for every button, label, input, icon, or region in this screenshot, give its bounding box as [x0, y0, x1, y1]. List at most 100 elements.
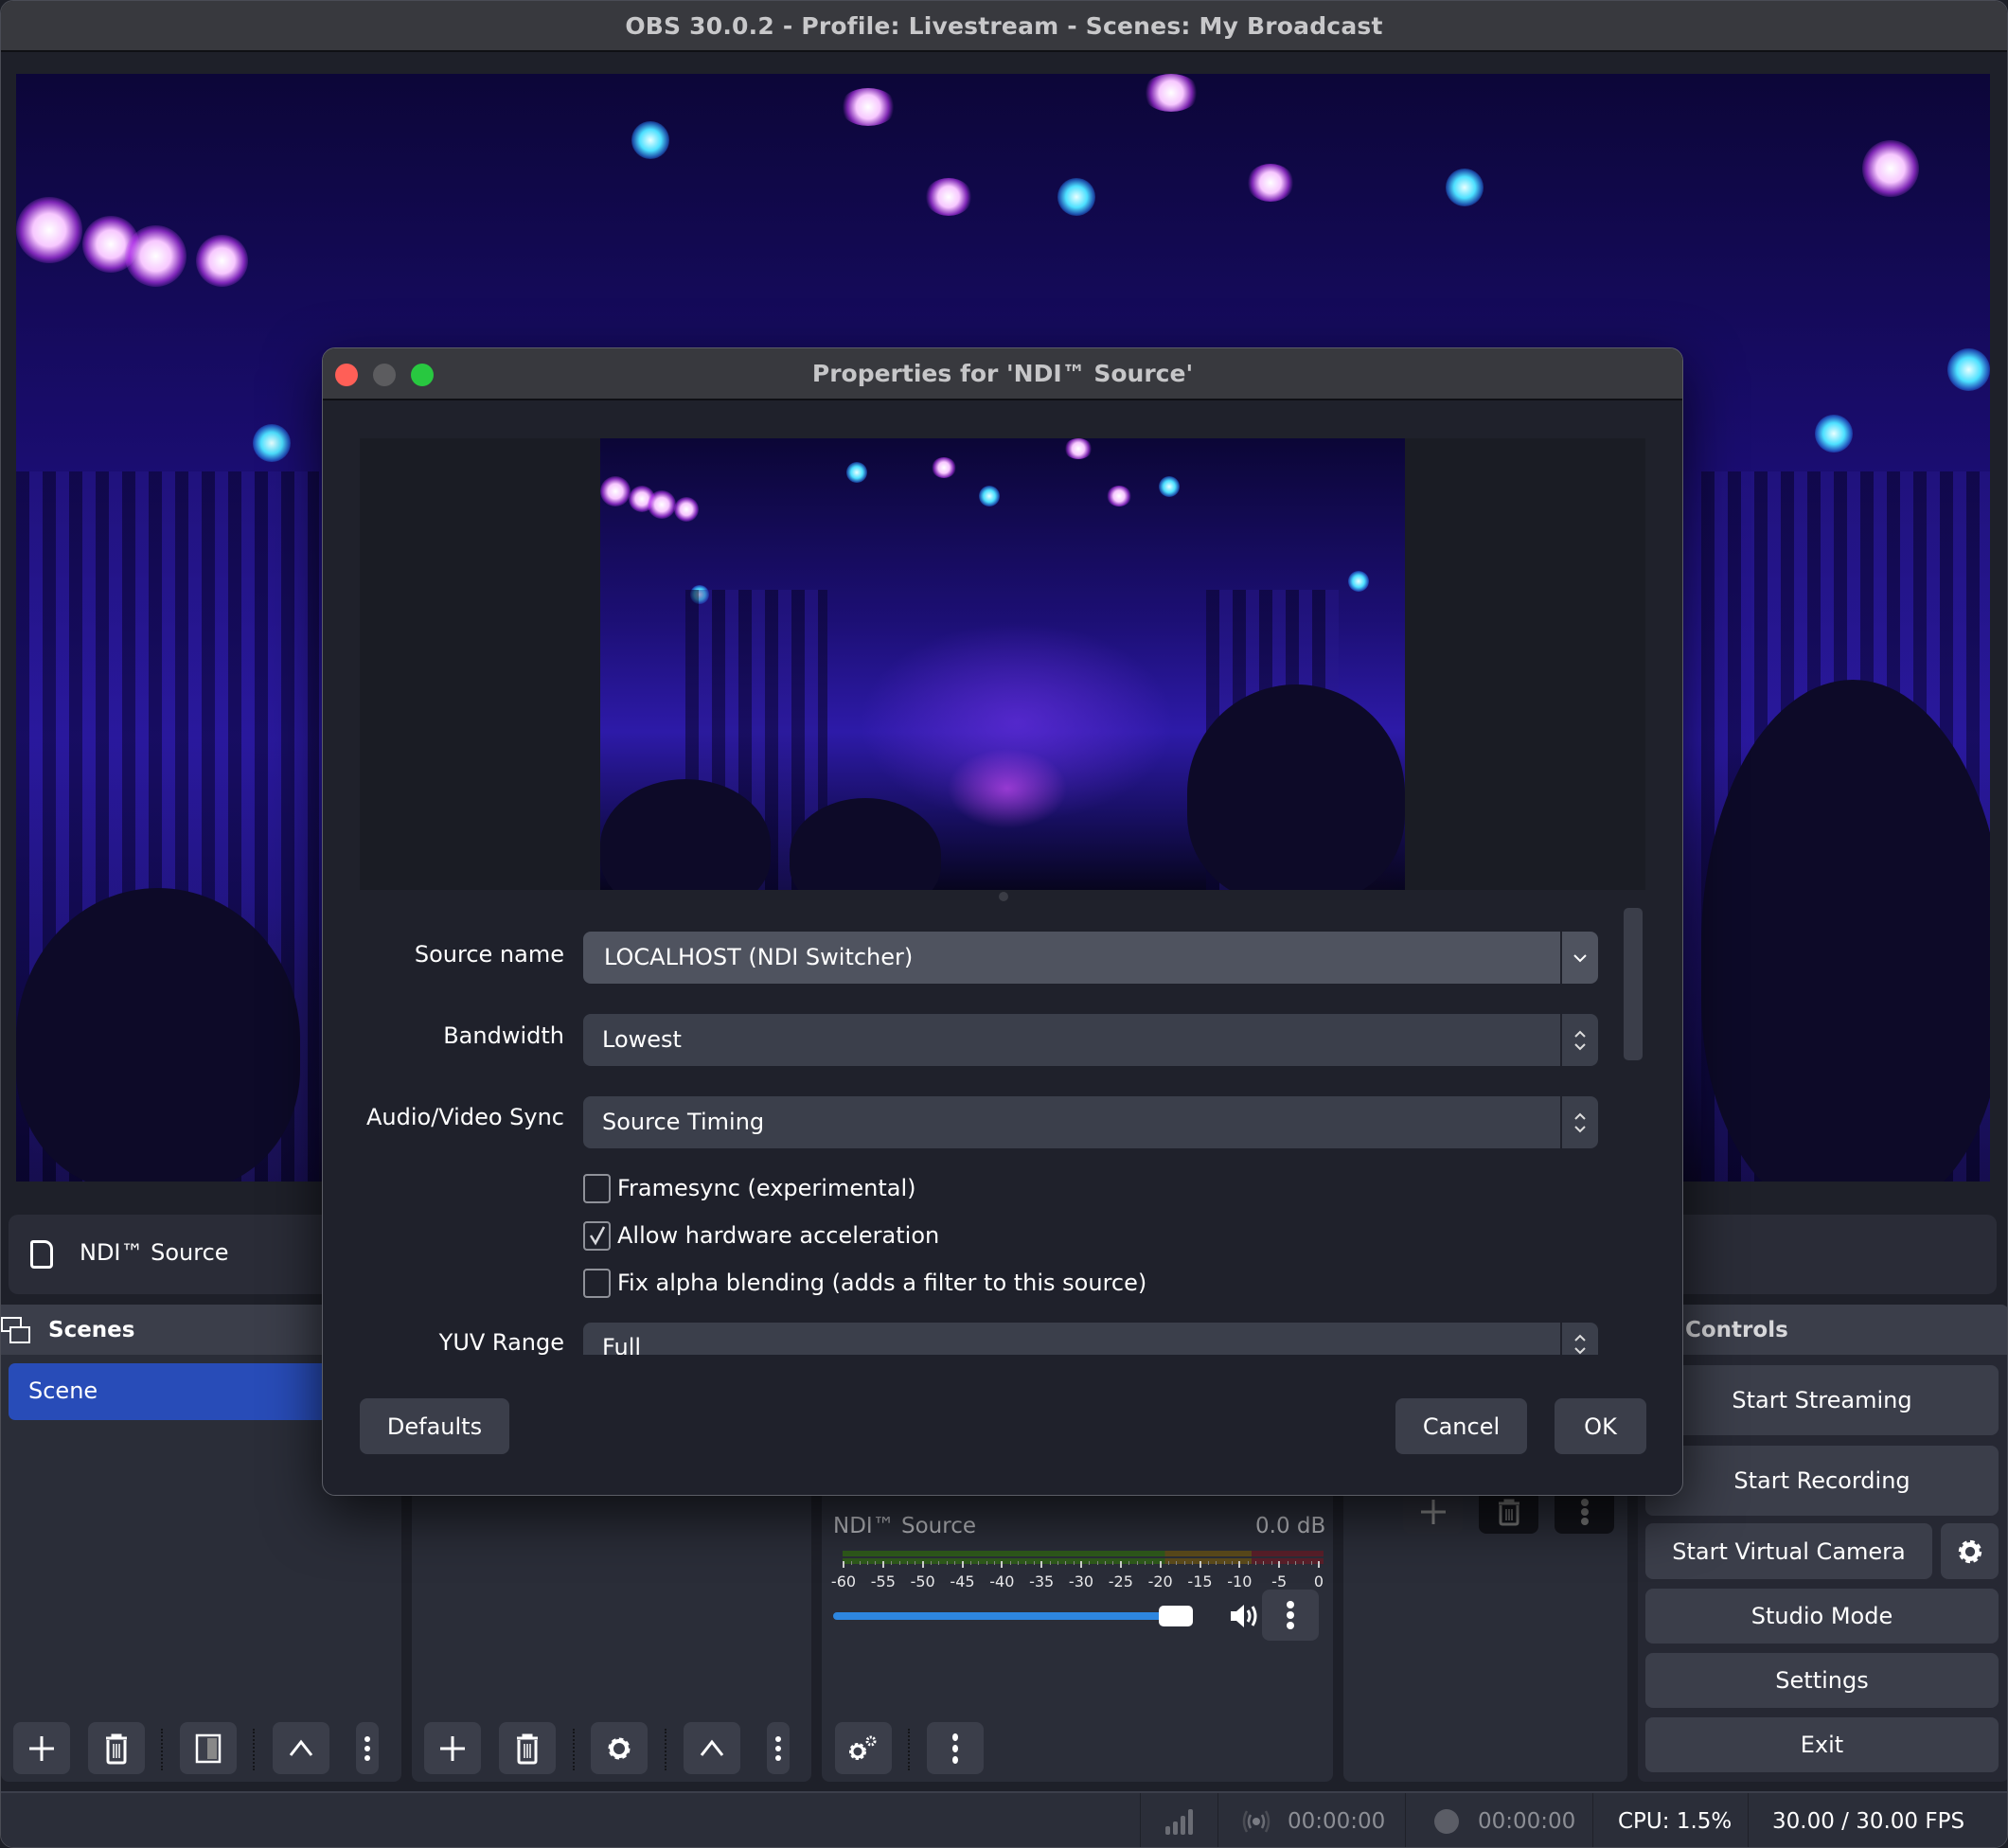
- stage-light: [16, 197, 82, 263]
- virtual-camera-config-button[interactable]: [1941, 1523, 1999, 1579]
- start-recording-button[interactable]: Start Recording: [1645, 1446, 1999, 1516]
- stage-light: [253, 424, 291, 462]
- meter-minor-tick: [1018, 1561, 1020, 1565]
- meter-tick-label: -30: [1068, 1573, 1094, 1590]
- preview-resize-handle[interactable]: [999, 892, 1008, 901]
- gears-icon: [849, 1735, 877, 1760]
- stage-light: [1348, 571, 1369, 592]
- meter-tick-label: -20: [1147, 1573, 1173, 1590]
- move-scene-up-button[interactable]: [273, 1722, 329, 1774]
- volume-slider-fill: [833, 1612, 1164, 1620]
- meter-minor-tick: [898, 1561, 900, 1565]
- volume-meter-left: [843, 1551, 1324, 1556]
- window-title: OBS 30.0.2 - Profile: Livestream - Scene…: [625, 11, 1383, 40]
- exit-button[interactable]: Exit: [1645, 1717, 1999, 1772]
- meter-tick-label: -40: [989, 1573, 1015, 1590]
- advanced-audio-properties-button[interactable]: [835, 1722, 892, 1774]
- source-name-value: LOCALHOST (NDI Switcher): [604, 944, 914, 970]
- scenes-more-button[interactable]: [356, 1722, 379, 1774]
- stage-light: [846, 462, 867, 483]
- fix-alpha-label: Fix alpha blending (adds a filter to thi…: [617, 1270, 1147, 1296]
- stage-light: [1143, 74, 1199, 112]
- volume-slider[interactable]: [833, 1606, 1221, 1626]
- volume-slider-handle[interactable]: [1159, 1606, 1194, 1626]
- meter-tick: [1238, 1561, 1241, 1568]
- framesync-checkbox[interactable]: [583, 1173, 611, 1203]
- mixer-channel-level: 0.0 dB: [1255, 1514, 1326, 1538]
- stage-light: [1057, 178, 1095, 216]
- source-name-combobox[interactable]: LOCALHOST (NDI Switcher): [583, 932, 1598, 984]
- remove-scene-button[interactable]: [88, 1722, 145, 1774]
- dialog-title: Properties for 'NDI™ Source': [811, 360, 1194, 387]
- meter-minor-tick: [1065, 1561, 1067, 1565]
- meter-minor-tick: [1168, 1561, 1170, 1565]
- meter-tick: [921, 1561, 924, 1568]
- chevron-up-icon: [289, 1739, 313, 1756]
- bandwidth-value: Lowest: [602, 1026, 682, 1053]
- properties-scrollbar[interactable]: [1624, 908, 1643, 1060]
- plus-icon: [1420, 1500, 1446, 1524]
- av-sync-select[interactable]: Source Timing: [583, 1096, 1598, 1148]
- stage-light: [196, 235, 248, 287]
- toolbar-separator: [573, 1729, 575, 1770]
- mixer-more-button[interactable]: [927, 1722, 984, 1774]
- sources-more-button[interactable]: [767, 1722, 790, 1774]
- start-streaming-button[interactable]: Start Streaming: [1645, 1365, 1999, 1435]
- settings-button[interactable]: Settings: [1645, 1653, 1999, 1708]
- trash-icon: [517, 1733, 538, 1764]
- transitions-more-button[interactable]: [1555, 1490, 1614, 1534]
- meter-tick-label: 0: [1313, 1573, 1324, 1590]
- add-transition-button[interactable]: [1403, 1490, 1463, 1534]
- meter-minor-tick: [1255, 1561, 1257, 1565]
- meter-minor-tick: [1223, 1561, 1225, 1565]
- hardware-accel-checkbox-row[interactable]: Allow hardware acceleration: [583, 1220, 939, 1251]
- toolbar-separator: [161, 1729, 163, 1770]
- meter-minor-tick: [1089, 1561, 1091, 1565]
- fix-alpha-checkbox[interactable]: [583, 1268, 611, 1298]
- studio-mode-button[interactable]: Studio Mode: [1645, 1589, 1999, 1644]
- remove-source-button[interactable]: [499, 1722, 556, 1774]
- meter-minor-tick: [906, 1561, 908, 1565]
- network-status: [1140, 1793, 1217, 1847]
- source-properties-button[interactable]: [591, 1722, 648, 1774]
- filter-icon: [195, 1733, 222, 1763]
- hardware-accel-label: Allow hardware acceleration: [617, 1222, 940, 1249]
- yuv-range-select[interactable]: Full: [583, 1323, 1598, 1355]
- meter-minor-tick: [1136, 1561, 1138, 1565]
- cancel-button[interactable]: Cancel: [1395, 1398, 1527, 1454]
- meter-minor-tick: [1231, 1561, 1233, 1565]
- remove-transition-button[interactable]: [1479, 1490, 1538, 1534]
- hardware-accel-checkbox[interactable]: [583, 1220, 611, 1251]
- updown-arrows-icon: [1560, 1323, 1598, 1355]
- meter-tick: [1080, 1561, 1082, 1568]
- selected-source-label: NDI™ Source: [80, 1239, 229, 1266]
- fix-alpha-checkbox-row[interactable]: Fix alpha blending (adds a filter to thi…: [583, 1268, 1146, 1298]
- meter-minor-tick: [859, 1561, 861, 1565]
- mixer-channel-menu-button[interactable]: [1262, 1590, 1319, 1641]
- framesync-checkbox-row[interactable]: Framesync (experimental): [583, 1173, 915, 1203]
- meter-minor-tick: [875, 1561, 877, 1565]
- meter-minor-tick: [938, 1561, 940, 1565]
- scene-filters-button[interactable]: [180, 1722, 237, 1774]
- scenes-dock-title: Scenes: [48, 1317, 135, 1342]
- add-source-button[interactable]: [424, 1722, 481, 1774]
- meter-tick: [1119, 1561, 1122, 1568]
- add-scene-button[interactable]: [13, 1722, 70, 1774]
- meter-tick-label: -60: [830, 1573, 857, 1590]
- speaker-icon[interactable]: [1228, 1600, 1260, 1632]
- ok-button[interactable]: OK: [1555, 1398, 1646, 1454]
- defaults-button[interactable]: Defaults: [360, 1398, 509, 1454]
- audience-silhouette: [16, 888, 300, 1182]
- move-source-up-button[interactable]: [684, 1722, 740, 1774]
- updown-arrows-icon: [1560, 1096, 1598, 1148]
- stage-light: [1947, 348, 1990, 391]
- stage-light: [631, 121, 669, 159]
- start-virtual-camera-button[interactable]: Start Virtual Camera: [1645, 1523, 1932, 1579]
- bandwidth-select[interactable]: Lowest: [583, 1014, 1598, 1066]
- av-sync-label: Audio/Video Sync: [365, 1104, 564, 1130]
- more-vertical-icon: [1580, 1499, 1589, 1525]
- stage-light: [1446, 169, 1484, 206]
- meter-minor-tick: [1112, 1561, 1114, 1565]
- stage-light: [648, 490, 676, 519]
- chevron-down-icon[interactable]: [1560, 932, 1598, 984]
